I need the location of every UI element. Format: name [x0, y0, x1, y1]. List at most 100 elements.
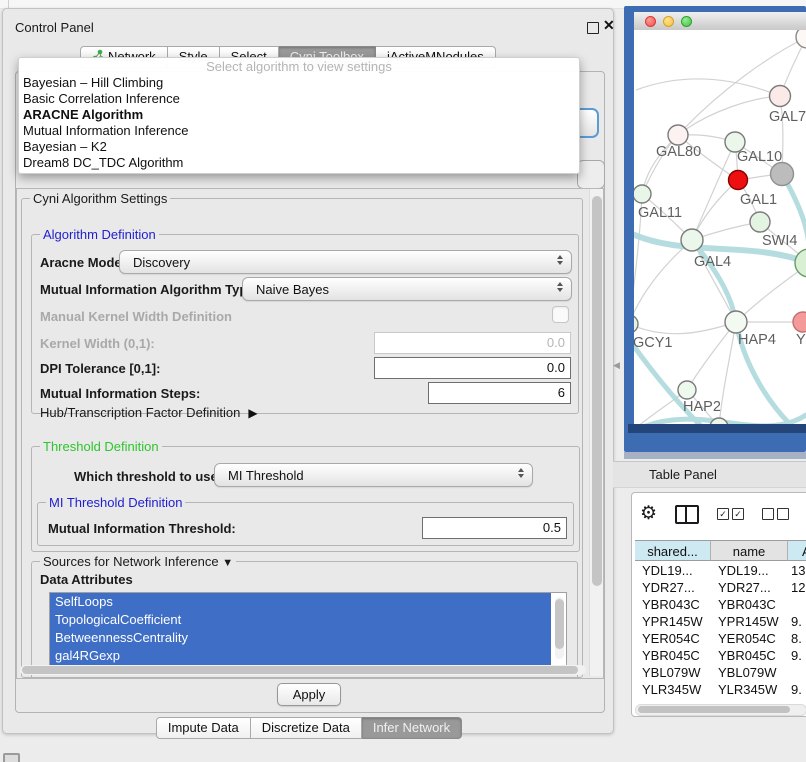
- apply-button-row: Apply: [3, 683, 615, 706]
- application-window: Control Panel ✕ NetworkStyleSelectCyni T…: [0, 0, 806, 762]
- group-title: Algorithm Definition: [40, 227, 159, 242]
- network-node-gcy1[interactable]: [634, 315, 638, 333]
- mi-steps-input[interactable]: 6: [428, 382, 571, 404]
- mi-algorithm-type-select[interactable]: Naive Bayes: [242, 277, 572, 301]
- network-window-inner-shadow: [628, 424, 806, 433]
- node-label: Y: [796, 332, 806, 348]
- data-attributes-list[interactable]: SelfLoopsTopologicalCoefficientBetweenne…: [49, 592, 567, 667]
- dpi-tolerance-input[interactable]: 0.0: [374, 357, 571, 379]
- gear-icon[interactable]: ⚙: [640, 504, 657, 524]
- attribute-item[interactable]: TopologicalCoefficient: [50, 611, 551, 629]
- minimized-panel-icon[interactable]: [3, 753, 20, 762]
- table-panel: ⚙ ✓✓ shared...nameA YDL19...YDL19...13YD…: [631, 492, 806, 717]
- network-node-hap2[interactable]: [678, 381, 696, 399]
- node-label: SWI4: [762, 233, 797, 249]
- tab-impute-data[interactable]: Impute Data: [156, 717, 251, 739]
- table-row[interactable]: YER054CYER054C8.: [635, 630, 806, 647]
- divider: [8, 0, 9, 8]
- group-title: MI Threshold Definition: [46, 495, 185, 510]
- column-header-3[interactable]: A: [788, 540, 806, 561]
- network-window-titlebar[interactable]: [634, 12, 806, 31]
- list-scrollbar[interactable]: [555, 597, 564, 659]
- table-cell: YER054C: [711, 630, 788, 647]
- minimize-traffic-light-icon[interactable]: [663, 16, 674, 27]
- network-canvas[interactable]: GAL7GAL80GAL10GAL1GAL11SWI4GAL4HAP4YGCY1…: [634, 30, 806, 424]
- table-cell: YDL19...: [711, 562, 788, 579]
- mi-algorithm-type-value: Naive Bayes: [243, 282, 329, 297]
- network-window-drop-shadow: [624, 452, 806, 459]
- table-horizontal-scrollbar[interactable]: [635, 704, 806, 716]
- network-node-gal4[interactable]: [681, 229, 703, 251]
- network-node-gal80[interactable]: [668, 125, 688, 145]
- table-row[interactable]: YBR043CYBR043C: [635, 596, 806, 613]
- table-cell: YDR27...: [711, 579, 788, 596]
- float-window-icon[interactable]: [587, 22, 599, 34]
- hub-definition-expander[interactable]: Hub/Transcription Factor Definition▶: [40, 405, 258, 420]
- dropdown-item[interactable]: Mutual Information Inference: [19, 123, 579, 139]
- close-icon[interactable]: ✕: [603, 17, 615, 34]
- aracne-mode-select[interactable]: Discovery: [119, 250, 572, 274]
- network-node-swi4[interactable]: [750, 212, 770, 232]
- table-cell: 13: [788, 562, 806, 579]
- control-panel-title: Control Panel: [15, 20, 94, 35]
- mi-threshold-input[interactable]: 0.5: [422, 517, 567, 539]
- table-row[interactable]: YDL19...YDL19...13: [635, 562, 806, 579]
- network-node-gal11[interactable]: [634, 185, 651, 203]
- collapse-down-icon[interactable]: ▼: [222, 557, 233, 569]
- manual-kernel-checkbox[interactable]: [552, 306, 569, 323]
- cyni-settings-scrollpane: Cyni Algorithm Settings Algorithm Defini…: [16, 188, 604, 679]
- zoom-traffic-light-icon[interactable]: [681, 16, 692, 27]
- data-attributes-label: Data Attributes: [40, 572, 133, 587]
- dropdown-item[interactable]: Bayesian – K2: [19, 139, 579, 155]
- network-graph[interactable]: GAL7GAL80GAL10GAL1GAL11SWI4GAL4HAP4YGCY1…: [634, 30, 806, 424]
- which-threshold-label: Which threshold to use:: [74, 469, 222, 484]
- attribute-item[interactable]: BetweennessCentrality: [50, 629, 551, 647]
- dropdown-item[interactable]: Bayesian – Hill Climbing: [19, 75, 579, 91]
- node-label: GAL7: [769, 109, 806, 125]
- spinner-arrows-icon: [518, 468, 524, 478]
- column-layout-icon[interactable]: [675, 505, 699, 524]
- network-node-gal7[interactable]: [770, 86, 791, 107]
- algorithm-dropdown-popup: Select algorithm to view settings Bayesi…: [18, 57, 580, 174]
- node-label: HAP2: [683, 399, 721, 415]
- close-traffic-light-icon[interactable]: [645, 16, 656, 27]
- dropdown-item[interactable]: Dream8 DC_TDC Algorithm: [19, 155, 579, 171]
- split-pane-collapse-icon[interactable]: ◀: [613, 360, 620, 371]
- table-cell: YPR145W: [711, 613, 788, 630]
- select-all-icon[interactable]: ✓✓: [717, 508, 744, 520]
- network-node-y[interactable]: [793, 312, 806, 332]
- kernel-width-input[interactable]: 0.0: [374, 332, 571, 354]
- table-row[interactable]: YLR345WYLR345W9.: [635, 681, 806, 696]
- attribute-item[interactable]: gal4RGexp: [50, 647, 551, 665]
- network-node-gal1[interactable]: [729, 171, 748, 190]
- table-row[interactable]: YBL079WYBL079W: [635, 664, 806, 681]
- tab-discretize-data[interactable]: Discretize Data: [251, 717, 362, 739]
- mi-threshold-label: Mutual Information Threshold:: [48, 521, 236, 536]
- which-threshold-select[interactable]: MI Threshold: [214, 463, 533, 487]
- table-row[interactable]: YPR145WYPR145W9.: [635, 613, 806, 630]
- deselect-all-icon[interactable]: [762, 508, 789, 520]
- network-node-hap4[interactable]: [725, 311, 747, 333]
- bottom-tabs: Impute DataDiscretize DataInfer Network: [3, 717, 615, 739]
- apply-button[interactable]: Apply: [277, 683, 341, 706]
- dropdown-item[interactable]: Basic Correlation Inference: [19, 91, 579, 107]
- column-header-2[interactable]: name: [711, 540, 788, 561]
- column-header-1[interactable]: shared...: [635, 540, 711, 561]
- table-row[interactable]: YDR27...YDR27...12: [635, 579, 806, 596]
- settings-vertical-scrollbar[interactable]: [589, 189, 603, 676]
- hidden-combo-fragment: [579, 108, 599, 138]
- table-cell: YER054C: [635, 630, 711, 647]
- hidden-box-fragment: [577, 160, 605, 189]
- network-node[interactable]: [771, 163, 794, 186]
- mi-algorithm-type-label: Mutual Information Algorithm Type:: [40, 282, 259, 297]
- spinner-arrows-icon: [557, 255, 563, 265]
- network-node[interactable]: [796, 30, 806, 48]
- dropdown-item[interactable]: ARACNE Algorithm: [19, 107, 579, 123]
- dropdown-placeholder: Select algorithm to view settings: [19, 58, 579, 75]
- node-label: GAL11: [638, 205, 682, 221]
- settings-horizontal-scrollbar[interactable]: [20, 665, 586, 675]
- group-title: Cyni Algorithm Settings: [30, 191, 170, 206]
- table-row[interactable]: YBR045CYBR045C9.: [635, 647, 806, 664]
- tab-infer-network[interactable]: Infer Network: [362, 717, 462, 739]
- attribute-item[interactable]: SelfLoops: [50, 593, 551, 611]
